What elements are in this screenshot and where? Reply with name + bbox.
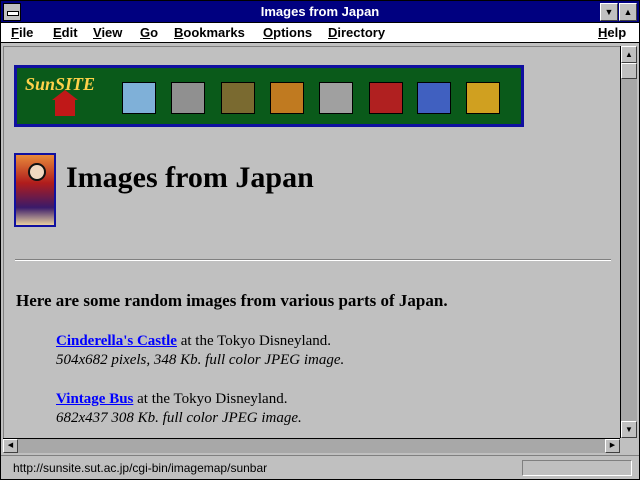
menu-bookmarks[interactable]: Bookmarks — [174, 25, 245, 40]
sunsite-banner-imagemap[interactable]: SunSITE — [14, 65, 524, 127]
status-url: http://sunsite.sut.ac.jp/cgi-bin/imagema… — [13, 461, 268, 475]
world-map-icon[interactable] — [122, 82, 156, 114]
menu-file[interactable]: File — [11, 25, 33, 40]
entry-line: Vintage Bus at the Tokyo Disneyland. — [56, 390, 302, 409]
scroll-down-button[interactable]: ▼ — [621, 421, 637, 438]
title-bar[interactable]: Images from Japan ▼ ▲ — [1, 1, 639, 23]
entry-suffix: at the Tokyo Disneyland. — [133, 391, 288, 407]
menu-help[interactable]: Help — [598, 25, 626, 40]
scroll-up-button[interactable]: ▲ — [621, 46, 637, 63]
basket-icon[interactable] — [270, 82, 304, 114]
cinderellas-castle-link[interactable]: Cinderella's Castle — [56, 333, 177, 349]
entry-line: Cinderella's Castle at the Tokyo Disneyl… — [56, 332, 344, 351]
vintage-bus-link[interactable]: Vintage Bus — [56, 391, 133, 407]
progress-indicator — [522, 460, 632, 476]
entry-description: 682x437 308 Kb. full color JPEG image. — [56, 410, 302, 426]
menu-bar: File Edit View Go Bookmarks Options Dire… — [1, 23, 639, 43]
entry-suffix: at the Tokyo Disneyland. — [176, 333, 332, 349]
film-icon[interactable] — [466, 82, 500, 114]
vertical-scroll-track[interactable] — [621, 63, 637, 421]
list-item: Cinderella's Castle at the Tokyo Disneyl… — [56, 332, 344, 370]
menu-edit[interactable]: Edit — [53, 25, 78, 40]
horizontal-rule — [15, 259, 611, 261]
menu-view[interactable]: View — [93, 25, 122, 40]
vertical-scrollbar[interactable]: ▲ ▼ — [620, 46, 637, 438]
window-title: Images from Japan — [260, 4, 380, 19]
menu-directory[interactable]: Directory — [328, 25, 385, 40]
vertical-scroll-thumb[interactable] — [621, 63, 637, 79]
intro-text: Here are some random images from various… — [16, 291, 448, 310]
document-viewport: SunSITE Images from Japan Here are some … — [3, 46, 620, 438]
horizontal-scrollbar[interactable]: ◀ ▶ — [3, 438, 620, 453]
list-item: Vintage Bus at the Tokyo Disneyland. 682… — [56, 390, 302, 428]
browser-window: Images from Japan ▼ ▲ File Edit View Go … — [0, 0, 640, 480]
computer-icon[interactable] — [171, 82, 205, 114]
maximize-button[interactable]: ▲ — [619, 3, 637, 21]
sun-logo-icon[interactable] — [417, 82, 451, 114]
horizontal-scroll-track[interactable] — [18, 439, 605, 453]
geisha-image — [14, 153, 56, 227]
minimize-button[interactable]: ▼ — [600, 3, 618, 21]
hands-icon[interactable] — [369, 82, 403, 114]
scroll-left-button[interactable]: ◀ — [3, 439, 18, 453]
page-heading: Images from Japan — [66, 161, 314, 194]
entry-description: 504x682 pixels, 348 Kb. full color JPEG … — [56, 352, 345, 368]
menu-go[interactable]: Go — [140, 25, 158, 40]
mona-lisa-icon[interactable] — [221, 82, 255, 114]
status-bar: http://sunsite.sut.ac.jp/cgi-bin/imagema… — [1, 455, 639, 479]
scroll-right-button[interactable]: ▶ — [605, 439, 620, 453]
menu-options[interactable]: Options — [263, 25, 312, 40]
house-icon — [52, 90, 78, 116]
library-icon[interactable] — [319, 82, 353, 114]
